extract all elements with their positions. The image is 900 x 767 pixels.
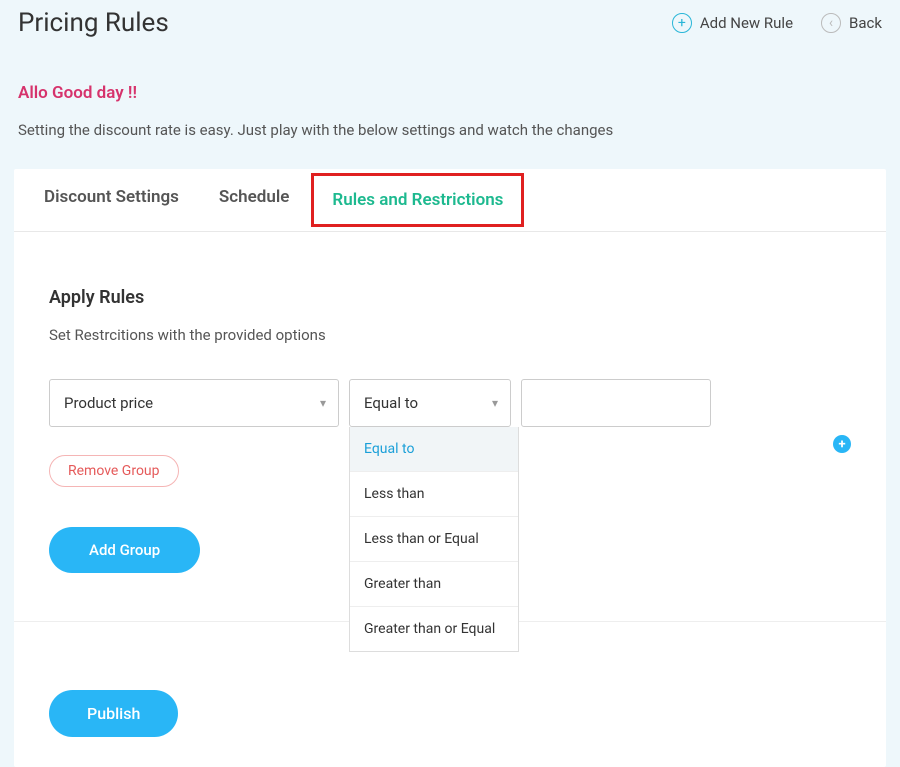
subtitle-text: Setting the discount rate is easy. Just … xyxy=(0,103,900,169)
field-select[interactable]: Product price ▾ xyxy=(49,379,339,427)
tab-bar: Discount Settings Schedule Rules and Res… xyxy=(14,169,886,232)
add-rule-icon[interactable]: + xyxy=(833,435,851,453)
section-subtitle: Set Restrcitions with the provided optio… xyxy=(49,326,851,344)
tab-schedule[interactable]: Schedule xyxy=(219,187,290,213)
publish-button[interactable]: Publish xyxy=(49,690,178,737)
rule-group: Product price ▾ Equal to ▾ Equal to Less… xyxy=(49,379,851,573)
add-new-rule-label: Add New Rule xyxy=(700,14,793,32)
operator-dropdown: Equal to Less than Less than or Equal Gr… xyxy=(349,427,519,652)
main-card: Discount Settings Schedule Rules and Res… xyxy=(14,169,886,767)
dropdown-option-equal[interactable]: Equal to xyxy=(350,427,518,472)
greeting-text: Allo Good day !! xyxy=(0,38,900,103)
dropdown-option-greater-equal[interactable]: Greater than or Equal xyxy=(350,607,518,651)
section-title: Apply Rules xyxy=(49,287,851,308)
add-new-rule-button[interactable]: + Add New Rule xyxy=(672,13,793,33)
add-group-button[interactable]: Add Group xyxy=(49,527,200,573)
value-input[interactable] xyxy=(521,379,711,427)
dropdown-option-greater[interactable]: Greater than xyxy=(350,562,518,607)
chevron-down-icon: ▾ xyxy=(320,396,326,410)
field-select-value: Product price xyxy=(64,394,153,412)
chevron-down-icon: ▾ xyxy=(492,396,498,410)
rule-row: Product price ▾ Equal to ▾ Equal to Less… xyxy=(49,379,851,427)
dropdown-option-less-equal[interactable]: Less than or Equal xyxy=(350,517,518,562)
dropdown-option-less[interactable]: Less than xyxy=(350,472,518,517)
operator-select-value: Equal to xyxy=(364,394,418,412)
operator-select[interactable]: Equal to ▾ xyxy=(349,379,511,427)
tab-rules-restrictions[interactable]: Rules and Restrictions xyxy=(311,173,524,227)
page-title: Pricing Rules xyxy=(18,8,169,38)
chevron-left-icon: ‹ xyxy=(821,13,841,33)
back-button[interactable]: ‹ Back xyxy=(821,13,882,33)
header-actions: + Add New Rule ‹ Back xyxy=(672,13,882,33)
plus-icon: + xyxy=(672,13,692,33)
content-area: Apply Rules Set Restrcitions with the pr… xyxy=(14,232,886,767)
remove-group-button[interactable]: Remove Group xyxy=(49,455,179,487)
tab-discount-settings[interactable]: Discount Settings xyxy=(44,187,179,213)
back-label: Back xyxy=(849,14,882,32)
